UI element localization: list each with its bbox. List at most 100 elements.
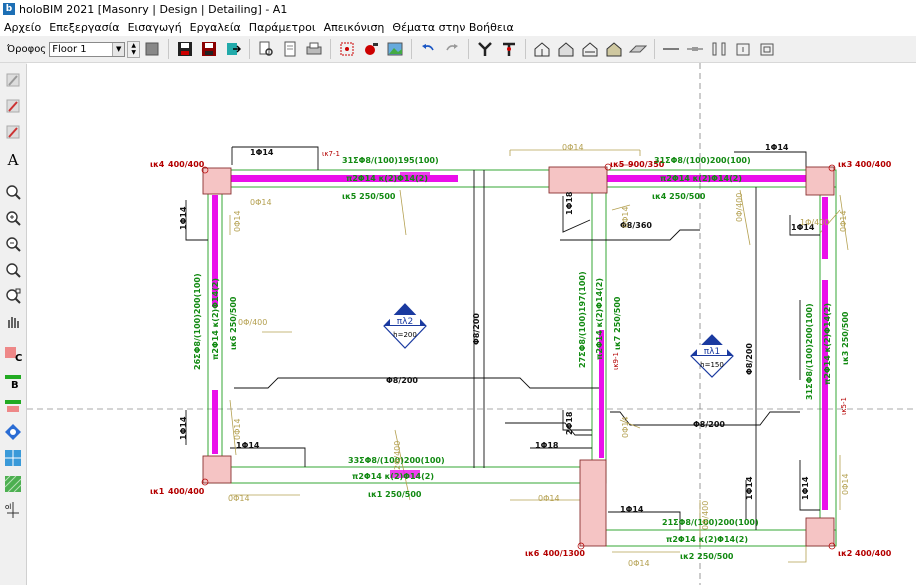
menu-edit[interactable]: Επεξεργασία	[45, 21, 123, 34]
beam-k5-top-bars: π2Φ14 κ(2)Φ14(2)	[346, 174, 428, 183]
beam-k2-top-bars: π2Φ14 κ(2)Φ14(2)	[666, 535, 748, 544]
undo-icon[interactable]	[418, 39, 438, 59]
rebar-label-top-left: 1Φ14	[250, 148, 274, 157]
menu-view[interactable]: Απεικόνιση	[320, 21, 389, 34]
toolbar-separator	[654, 39, 656, 59]
beam-k1-top-bars: π2Φ14 κ(2)Φ14(2)	[352, 472, 434, 481]
column-k3	[805, 166, 835, 196]
olive-d14-bl-v: 0Φ14	[233, 418, 242, 440]
redo-icon[interactable]	[442, 39, 462, 59]
zoom-out-icon[interactable]	[3, 234, 23, 254]
beam-k5-section: ικ5 250/500	[342, 192, 396, 201]
olive-d14-left: 0Φ14	[250, 198, 272, 207]
column-k6	[579, 459, 607, 547]
preview-icon[interactable]	[280, 39, 300, 59]
pan-icon[interactable]	[3, 312, 23, 332]
column-t-icon[interactable]	[499, 39, 519, 59]
left-toolbox: A C B ol	[0, 64, 27, 585]
column-k6-size: 400/1300	[543, 549, 585, 558]
dim-line-icon[interactable]	[685, 39, 705, 59]
edit-pen2-icon[interactable]	[3, 96, 23, 116]
house-solid-icon[interactable]	[556, 39, 576, 59]
menu-bar: Αρχείο Επεξεργασία Εισαγωγή Εργαλεία Παρ…	[0, 18, 916, 36]
line-tool-icon[interactable]	[661, 39, 681, 59]
column-y-icon[interactable]	[475, 39, 495, 59]
beam-k3-top-bars: π2Φ14 κ(2)Φ14(2)	[823, 303, 832, 385]
floor-select[interactable]: Floor 1 ▼	[49, 41, 126, 57]
beam-k9-stirrups: 27ΣΦ8/(100)197(100)	[578, 271, 587, 368]
wall-tool-icon[interactable]	[709, 39, 729, 59]
rebar-label-right-b14-v: 1Φ14	[801, 476, 810, 500]
toolbar-separator	[330, 39, 332, 59]
text-icon[interactable]: A	[3, 150, 23, 170]
edit-pen3-icon[interactable]	[3, 122, 23, 142]
menu-insert[interactable]: Εισαγωγή	[124, 21, 186, 34]
beam-k9-top-bars: π2Φ14 κ(2)Φ14(2)	[595, 278, 604, 360]
zoom-extents-icon[interactable]	[3, 260, 23, 280]
save-as-icon[interactable]	[199, 39, 219, 59]
chevron-down-icon[interactable]: ▼	[112, 42, 125, 56]
print-icon[interactable]	[304, 39, 324, 59]
title-bar: b holoBIM 2021 [Masonry | Design | Detai…	[0, 0, 916, 18]
grid-icon[interactable]	[3, 448, 23, 468]
beam-k6-section: ικ6 250/500	[229, 296, 238, 350]
app-icon: b	[3, 3, 15, 15]
menu-tools[interactable]: Εργαλεία	[186, 21, 245, 34]
dimension-icon[interactable]: ol	[3, 500, 23, 520]
hatch-icon[interactable]	[3, 474, 23, 494]
house-shaded-icon[interactable]	[604, 39, 624, 59]
edit-pen-icon[interactable]	[3, 70, 23, 90]
render-icon[interactable]	[361, 39, 381, 59]
olive-d14-right-v: 0Φ14	[839, 210, 848, 232]
column-k6-id: ικ6	[525, 549, 540, 558]
zoom-window-icon[interactable]	[3, 286, 23, 306]
drawing-canvas[interactable]: πλ2 h=200 πλ1 h=150 ικ4 400/400 ικ5 900/…	[27, 63, 916, 585]
toolbar-separator	[525, 39, 527, 59]
olive-b400-right: 1Φ/400	[800, 218, 829, 227]
beam-k9-section: ικ7 250/500	[613, 296, 622, 350]
house-wire-icon[interactable]	[532, 39, 552, 59]
rebar-label-left-b14b: 1Φ14	[179, 416, 188, 440]
olive-d14-bottom-right: 0Φ14	[628, 559, 650, 568]
select-area-icon[interactable]	[337, 39, 357, 59]
door-tool-icon[interactable]	[733, 39, 753, 59]
menu-help[interactable]: Θέματα στην Βοήθεια	[388, 21, 517, 34]
window-tool-icon[interactable]	[757, 39, 777, 59]
stop-icon[interactable]	[142, 39, 162, 59]
floor-label: Όροφος	[7, 43, 47, 55]
column-k3-size: 400/400	[855, 160, 892, 169]
image-icon[interactable]	[385, 39, 405, 59]
window-title: holoBIM 2021 [Masonry | Design | Detaili…	[19, 2, 288, 16]
beam-k4-section: ικ4 250/500	[652, 192, 706, 201]
find-icon[interactable]	[256, 39, 276, 59]
beam-k4-stirrups: 31ΣΦ8/(100)200(100)	[654, 156, 751, 165]
mesh-label-horizontal: Φ8/200	[386, 376, 418, 385]
beam-b-icon[interactable]: B	[3, 370, 23, 390]
beam-k9-label: ικ9-1	[612, 352, 620, 370]
beam-k3-section: ικ3 250/500	[841, 311, 850, 365]
rebar-label-c18-v: 2Φ18	[565, 411, 574, 435]
beam-section-icon[interactable]	[3, 396, 23, 416]
export-icon[interactable]	[223, 39, 243, 59]
slab-marker-pl2: πλ2 h=200	[383, 303, 427, 349]
zoom-realtime-icon[interactable]	[3, 182, 23, 202]
column-k2-size: 400/400	[855, 549, 892, 558]
olive-d14-mid-v2: 0Φ14	[621, 416, 630, 438]
column-c-icon[interactable]: C	[3, 344, 23, 364]
save-icon[interactable]	[175, 39, 195, 59]
olive-d400-bottom: 0Φ/400	[701, 501, 710, 530]
menu-file[interactable]: Αρχείο	[0, 21, 45, 34]
slab-marker-pl1: πλ1 h=150	[690, 334, 734, 378]
olive-d14-mid-v: 0Φ14	[621, 206, 630, 228]
floor-spinner[interactable]: ▲ ▼	[127, 40, 141, 58]
house-beam-icon[interactable]	[580, 39, 600, 59]
beam-k1-section: ικ1 250/500	[368, 490, 422, 499]
slab-node-icon[interactable]	[3, 422, 23, 442]
zoom-in-icon[interactable]	[3, 208, 23, 228]
slab-icon[interactable]	[628, 39, 648, 59]
slab-pl1-thickness: h=150	[700, 361, 724, 369]
floor-plan-drawing[interactable]: πλ2 h=200 πλ1 h=150 ικ4 400/400 ικ5 900/…	[27, 63, 916, 585]
beam-k7-label: ικ7-1	[322, 150, 340, 158]
menu-parameters[interactable]: Παράμετροι	[245, 21, 320, 34]
olive-d14-top: 0Φ14	[562, 143, 584, 152]
